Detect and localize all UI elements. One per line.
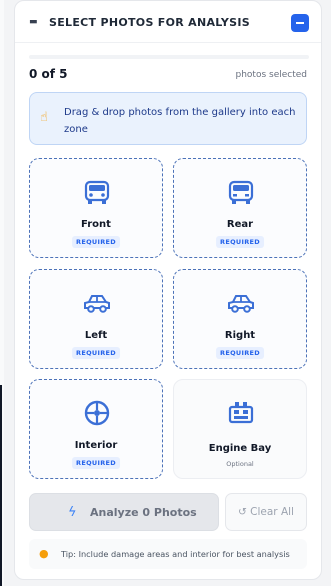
drop-zone-rear[interactable]: Rear REQUIRED [173, 158, 307, 258]
drop-zone-right[interactable]: Right REQUIRED [173, 269, 307, 369]
required-badge: REQUIRED [72, 457, 120, 469]
car-rear-icon [228, 180, 254, 204]
clear-all-label: ↺ Clear All [238, 506, 294, 518]
selection-progress-bar [29, 55, 309, 59]
steering-wheel-icon [84, 400, 110, 426]
drop-zone-engine-bay[interactable]: Engine Bay Optional [173, 379, 307, 479]
left-window-edge [0, 0, 4, 586]
car-front-icon [84, 180, 110, 204]
analyze-button[interactable]: ϟ Analyze 0 Photos [29, 493, 219, 531]
drop-zone-front[interactable]: Front REQUIRED [29, 158, 163, 258]
lightning-icon: ϟ [68, 505, 77, 520]
zone-label: Left [84, 330, 108, 341]
collapse-button[interactable] [291, 14, 309, 32]
panel-header: ▬ SELECT PHOTOS FOR ANALYSIS [15, 1, 321, 43]
required-badge: REQUIRED [216, 347, 264, 359]
selected-count: 0 of 5 [29, 67, 68, 81]
lightbulb-icon: ● [39, 547, 49, 560]
drop-zone-interior[interactable]: Interior REQUIRED [29, 379, 163, 479]
tip-text: Tip: Include damage areas and interior f… [61, 549, 290, 559]
optional-badge: Optional [226, 460, 254, 468]
drop-zone-left[interactable]: Left REQUIRED [29, 269, 163, 369]
engine-icon [228, 402, 254, 424]
required-badge: REQUIRED [72, 236, 120, 248]
car-side-icon [84, 295, 110, 313]
left-edge-bar [0, 385, 2, 586]
zone-label: Engine Bay [208, 443, 272, 454]
photos-selected-label: photos selected [235, 70, 308, 80]
zone-label: Front [81, 219, 111, 230]
analyze-label: Analyze 0 Photos [90, 506, 197, 519]
zone-label: Right [224, 330, 256, 341]
pointing-hand-icon: ☝ [40, 110, 48, 125]
photo-selection-panel: ▬ SELECT PHOTOS FOR ANALYSIS 0 of 5 phot… [14, 0, 322, 580]
hint-text: Drag & drop photos from the gallery into… [64, 107, 296, 135]
car-side-icon [228, 295, 254, 313]
drag-drop-hint: ☝ Drag & drop photos from the gallery in… [29, 92, 307, 145]
zone-label: Interior [74, 440, 118, 451]
tip-banner: ● Tip: Include damage areas and interior… [29, 539, 307, 569]
required-badge: REQUIRED [216, 236, 264, 248]
required-badge: REQUIRED [72, 347, 120, 359]
panel-title: SELECT PHOTOS FOR ANALYSIS [49, 16, 250, 29]
camera-icon: ▬ [29, 17, 38, 27]
zone-label: Rear [226, 219, 254, 230]
clear-all-button[interactable]: ↺ Clear All [225, 493, 307, 531]
